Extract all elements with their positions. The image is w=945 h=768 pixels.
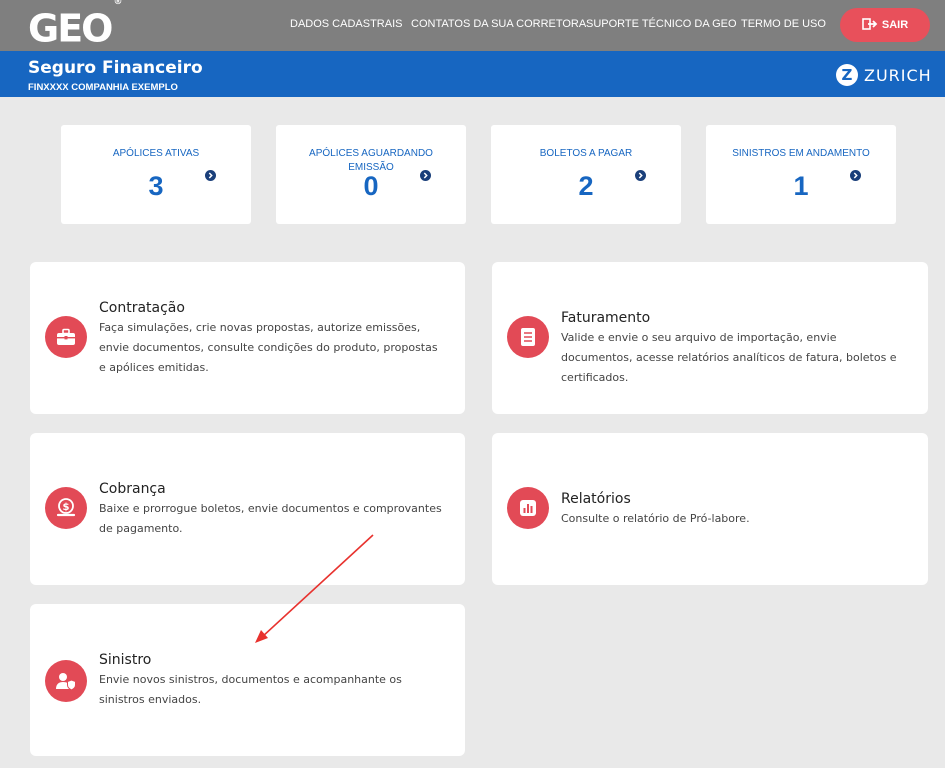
document-icon xyxy=(507,316,549,358)
company-name: FINXXXX COMPANHIA EXEMPLO xyxy=(28,82,178,93)
nav-termo-de-uso[interactable]: TERMO DE USO xyxy=(741,18,826,30)
stat-card-sinistros-andamento[interactable]: SINISTROS EM ANDAMENTO 1 xyxy=(706,125,896,224)
chevron-right-icon[interactable] xyxy=(850,170,861,181)
stat-value: 2 xyxy=(578,171,594,201)
user-shield-icon xyxy=(45,660,87,702)
stat-label: BOLETOS A PAGAR xyxy=(539,148,633,159)
card-title: Relatórios xyxy=(561,491,631,507)
card-cobranca[interactable]: $ Cobrança Baixe e prorrogue boletos, en… xyxy=(30,433,465,585)
nav-contatos-corretora[interactable]: CONTATOS DA SUA CORRETORA xyxy=(411,18,586,30)
stat-label: APÓLICES ATIVAS xyxy=(112,148,200,159)
logout-label: SAIR xyxy=(881,19,909,31)
card-description: Baixe e prorrogue boletos, envie documen… xyxy=(99,502,442,535)
card-title: Contratação xyxy=(99,300,185,316)
card-description: Faça simulações, crie novas propostas, a… xyxy=(99,321,438,374)
product-header: Seguro Financeiro FINXXXX COMPANHIA EXEM… xyxy=(0,51,945,97)
chevron-right-icon[interactable] xyxy=(635,170,646,181)
geo-logo[interactable]: GEO® xyxy=(28,0,122,51)
logout-button[interactable]: SAIR xyxy=(840,8,930,42)
stat-value: 3 xyxy=(148,171,164,201)
zurich-mark-icon: Z xyxy=(836,64,858,86)
card-title: Cobrança xyxy=(99,481,166,497)
card-description: Valide e envie o seu arquivo de importaç… xyxy=(561,331,897,384)
card-description: Consulte o relatório de Pró-labore. xyxy=(561,512,750,525)
zurich-wordmark: ZURICH xyxy=(864,65,932,85)
zurich-logo: Z ZURICH xyxy=(836,64,932,86)
card-faturamento[interactable]: Faturamento Valide e envie o seu arquivo… xyxy=(492,262,928,414)
stat-card-apolices-ativas[interactable]: APÓLICES ATIVAS 3 xyxy=(61,125,251,224)
stat-value: 1 xyxy=(793,171,809,201)
chevron-right-icon[interactable] xyxy=(420,170,431,181)
logout-icon xyxy=(862,17,878,33)
card-description: Envie novos sinistros, documentos e acom… xyxy=(99,673,402,706)
stat-value: 0 xyxy=(363,171,379,201)
card-relatorios[interactable]: Relatórios Consulte o relatório de Pró-l… xyxy=(492,433,928,585)
card-sinistro[interactable]: Sinistro Envie novos sinistros, document… xyxy=(30,604,465,756)
svg-text:$: $ xyxy=(63,502,70,513)
stat-label: SINISTROS EM ANDAMENTO xyxy=(732,148,870,159)
logo-text: GEO xyxy=(28,6,113,51)
card-title: Faturamento xyxy=(561,310,651,326)
stat-card-boletos-a-pagar[interactable]: BOLETOS A PAGAR 2 xyxy=(491,125,681,224)
briefcase-icon xyxy=(45,316,87,358)
top-navigation-bar: GEO® DADOS CADASTRAIS CONTATOS DA SUA CO… xyxy=(0,0,945,51)
nav-suporte-tecnico[interactable]: SUPORTE TÉCNICO DA GEO xyxy=(586,18,737,30)
card-title: Sinistro xyxy=(99,652,152,668)
card-contratacao[interactable]: Contratação Faça simulações, crie novas … xyxy=(30,262,465,414)
registered-mark: ® xyxy=(113,0,123,7)
product-title: Seguro Financeiro xyxy=(28,58,203,78)
bar-chart-icon xyxy=(507,487,549,529)
money-bag-icon: $ xyxy=(45,487,87,529)
stat-card-apolices-aguardando[interactable]: APÓLICES AGUARDANDO EMISSÃO 0 xyxy=(276,125,466,224)
chevron-right-icon[interactable] xyxy=(205,170,216,181)
nav-dados-cadastrais[interactable]: DADOS CADASTRAIS xyxy=(290,18,402,30)
